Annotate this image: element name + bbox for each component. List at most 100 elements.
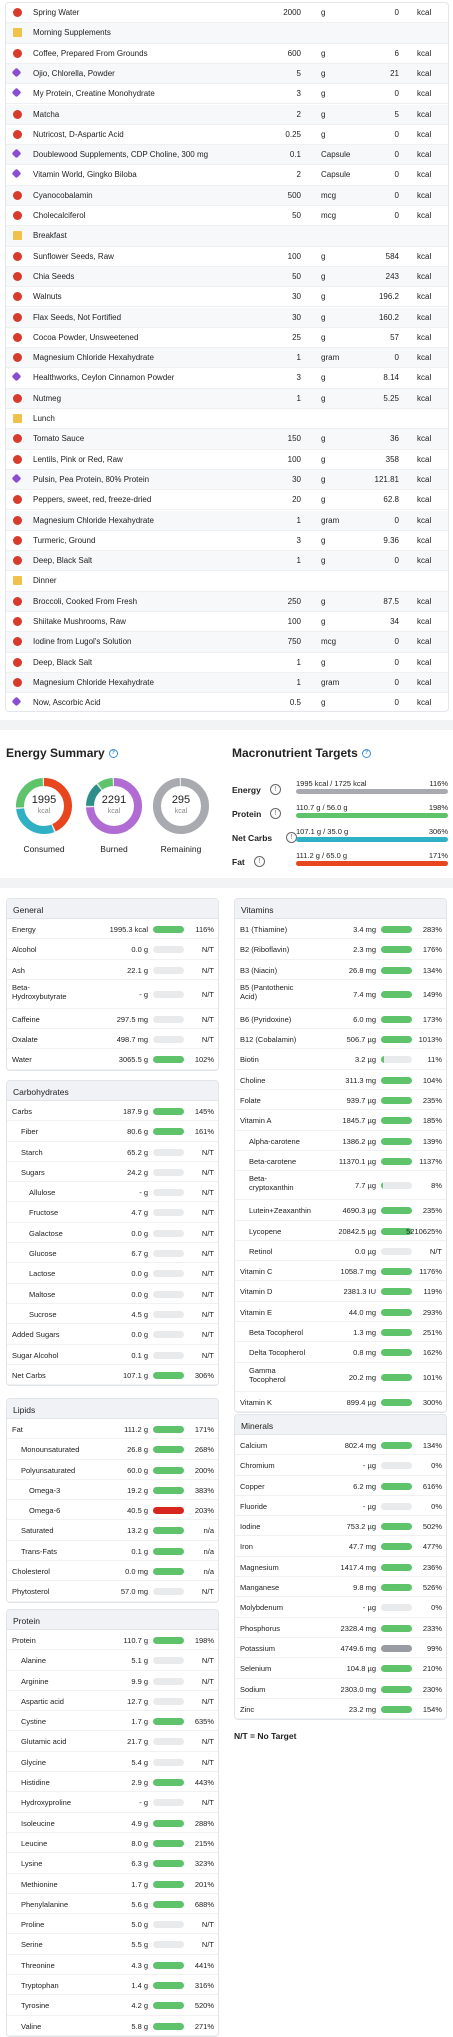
nutrient-row-tryptophan[interactable]: Tryptophan 1.4 g 316% xyxy=(7,1975,218,1996)
diary-row[interactable]: Pulsin, Pea Protein, 80% Protein 30 g 121.8… xyxy=(6,469,448,491)
nutrient-row-beta-hydroxybutyrate[interactable]: Beta-Hydroxybutyrate - g N/T xyxy=(7,980,218,1009)
nutrient-row-methionine[interactable]: Methionine 1.7 g 201% xyxy=(7,1874,218,1894)
nutrient-row-lysine[interactable]: Lysine 6.3 g 323% xyxy=(7,1853,218,1874)
nutrient-row-proline[interactable]: Proline 5.0 g N/T xyxy=(7,1914,218,1935)
nutrient-row-hydroxyproline[interactable]: Hydroxyproline - g N/T xyxy=(7,1792,218,1813)
nutrient-row-alpha-carotene[interactable]: Alpha-carotene 1386.2 µg 139% xyxy=(235,1131,446,1151)
nutrient-row-fat[interactable]: Fat 111.2 g 171% xyxy=(7,1419,218,1440)
nutrient-row-monounsaturated[interactable]: Monounsaturated 26.8 g 268% xyxy=(7,1439,218,1460)
diary-row[interactable]: Matcha 2 g 5 kcal xyxy=(6,104,448,125)
nutrient-row-vitamin-k[interactable]: Vitamin K 899.4 µg 300% xyxy=(235,1392,446,1412)
help-icon[interactable]: ? xyxy=(108,749,118,759)
nutrient-row-arginine[interactable]: Arginine 9.9 g N/T xyxy=(7,1671,218,1691)
nutrient-row-biotin[interactable]: Biotin 3.2 µg 11% xyxy=(235,1049,446,1070)
nutrient-row-saturated[interactable]: Saturated 13.2 g n/a xyxy=(7,1520,218,1541)
nutrient-row-water[interactable]: Water 3065.5 g 102% xyxy=(7,1049,218,1070)
nutrient-row-retinol[interactable]: Retinol 0.0 µg N/T xyxy=(235,1241,446,1262)
nutrient-row-b3-niacin-[interactable]: B3 (Niacin) 26.8 mg 134% xyxy=(235,960,446,980)
diary-row[interactable]: Lentils, Pink or Red, Raw 100 g 358 kcal xyxy=(6,450,448,470)
nutrient-row-phosphorus[interactable]: Phosphorus 2328.4 mg 233% xyxy=(235,1618,446,1638)
nutrient-row-omega-6[interactable]: Omega-6 40.5 g 203% xyxy=(7,1500,218,1521)
nutrient-row-alanine[interactable]: Alanine 5.1 g N/T xyxy=(7,1650,218,1671)
diary-row[interactable]: Shiitake Mushrooms, Raw 100 g 34 kcal xyxy=(6,612,448,633)
nutrient-row-added-sugars[interactable]: Added Sugars 0.0 g N/T xyxy=(7,1324,218,1345)
diary-row[interactable]: Now, Ascorbic Acid 0.5 g 0 kcal xyxy=(6,693,448,711)
nutrient-row-lutein-zeaxanthin[interactable]: Lutein+Zeaxanthin 4690.3 µg 235% xyxy=(235,1200,446,1221)
nutrient-row-maltose[interactable]: Maltose 0.0 g N/T xyxy=(7,1284,218,1304)
nutrient-row-beta-cryptoxanthin[interactable]: Beta-cryptoxanthin 7.7 µg 8% xyxy=(235,1171,446,1201)
nutrient-row-gamma-tocopherol[interactable]: Gamma Tocopherol 20.2 mg 101% xyxy=(235,1363,446,1392)
nutrient-row-carbs[interactable]: Carbs 187.9 g 145% xyxy=(7,1101,218,1122)
diary-row[interactable]: Spring Water 2000 g 0 kcal xyxy=(6,3,448,24)
nutrient-row-beta-carotene[interactable]: Beta-carotene 11370.1 µg 1137% xyxy=(235,1151,446,1172)
nutrient-row-histidine[interactable]: Histidine 2.9 g 443% xyxy=(7,1772,218,1793)
nutrient-row-b2-riboflavin-[interactable]: B2 (Riboflavin) 2.3 mg 176% xyxy=(235,939,446,960)
nutrient-row-aspartic-acid[interactable]: Aspartic acid 12.7 g N/T xyxy=(7,1691,218,1712)
help-icon[interactable]: ? xyxy=(361,749,371,759)
nutrient-row-lycopene[interactable]: Lycopene 20842.5 µg 5210625% xyxy=(235,1221,446,1241)
diary-row[interactable]: Vitamin World, Gingko Biloba 2 Capsule 0 kca… xyxy=(6,165,448,186)
nutrient-row-delta-tocopherol[interactable]: Delta Tocopherol 0.8 mg 162% xyxy=(235,1342,446,1363)
info-icon[interactable]: ! xyxy=(270,808,281,819)
nutrient-row-b1-thiamine-[interactable]: B1 (Thiamine) 3.4 mg 283% xyxy=(235,919,446,940)
diary-row[interactable]: My Protein, Creatine Monohydrate 3 g 0 kcal xyxy=(6,84,448,105)
nutrient-row-selenium[interactable]: Selenium 104.8 µg 210% xyxy=(235,1658,446,1679)
info-icon[interactable]: ! xyxy=(270,784,281,795)
nutrient-row-vitamin-e[interactable]: Vitamin E 44.0 mg 293% xyxy=(235,1302,446,1323)
diary-row[interactable]: Nutmeg 1 g 5.25 kcal xyxy=(6,388,448,409)
nutrient-row-vitamin-d[interactable]: Vitamin D 2381.3 IU 119% xyxy=(235,1281,446,1302)
nutrient-row-sugars[interactable]: Sugars 24.2 g N/T xyxy=(7,1162,218,1183)
nutrient-row-iron[interactable]: Iron 47.7 mg 477% xyxy=(235,1536,446,1557)
diary-row[interactable]: Deep, Black Salt 1 g 0 kcal xyxy=(6,653,448,673)
nutrient-row-fluoride[interactable]: Fluoride - µg 0% xyxy=(235,1496,446,1517)
nutrient-row-magnesium[interactable]: Magnesium 1417.4 mg 236% xyxy=(235,1557,446,1578)
nutrient-row-threonine[interactable]: Threonine 4.3 g 441% xyxy=(7,1955,218,1976)
meal-group-header[interactable]: Breakfast xyxy=(6,226,448,247)
nutrient-row-omega-3[interactable]: Omega-3 19.2 g 383% xyxy=(7,1480,218,1501)
nutrient-row-energy[interactable]: Energy 1995.3 kcal 116% xyxy=(7,919,218,940)
nutrient-row-phytosterol[interactable]: Phytosterol 57.0 mg N/T xyxy=(7,1581,218,1602)
nutrient-row-protein[interactable]: Protein 110.7 g 198% xyxy=(7,1630,218,1651)
nutrient-row-vitamin-a[interactable]: Vitamin A 1845.7 µg 185% xyxy=(235,1110,446,1131)
diary-row[interactable]: Ojio, Chlorella, Powder 5 g 21 kcal xyxy=(6,63,448,85)
diary-row[interactable]: Walnuts 30 g 196.2 kcal xyxy=(6,287,448,308)
nutrient-row-b5-pantothenic-acid-[interactable]: B5 (Pantothenic Acid) 7.4 mg 149% xyxy=(235,980,446,1009)
diary-row[interactable]: Peppers, sweet, red, freeze-dried 20 g 62.8… xyxy=(6,490,448,511)
nutrient-row-b12-cobalamin-[interactable]: B12 (Cobalamin) 506.7 µg 1013% xyxy=(235,1029,446,1050)
nutrient-row-b6-pyridoxine-[interactable]: B6 (Pyridoxine) 6.0 mg 173% xyxy=(235,1009,446,1030)
nutrient-row-allulose[interactable]: Allulose - g N/T xyxy=(7,1182,218,1203)
nutrient-row-caffeine[interactable]: Caffeine 297.5 mg N/T xyxy=(7,1009,218,1030)
nutrient-row-isoleucine[interactable]: Isoleucine 4.9 g 288% xyxy=(7,1813,218,1833)
nutrient-row-cholesterol[interactable]: Cholesterol 0.0 mg n/a xyxy=(7,1561,218,1582)
nutrient-row-copper[interactable]: Copper 6.2 mg 616% xyxy=(235,1476,446,1496)
nutrient-row-valine[interactable]: Valine 5.8 g 271% xyxy=(7,2016,218,2036)
nutrient-row-starch[interactable]: Starch 65.2 g N/T xyxy=(7,1142,218,1162)
nutrient-row-polyunsaturated[interactable]: Polyunsaturated 60.0 g 200% xyxy=(7,1460,218,1480)
nutrient-row-glutamic-acid[interactable]: Glutamic acid 21.7 g N/T xyxy=(7,1731,218,1752)
nutrient-row-galactose[interactable]: Galactose 0.0 g N/T xyxy=(7,1223,218,1244)
nutrient-row-lactose[interactable]: Lactose 0.0 g N/T xyxy=(7,1263,218,1284)
nutrient-row-iodine[interactable]: Iodine 753.2 µg 502% xyxy=(235,1516,446,1537)
nutrient-row-ash[interactable]: Ash 22.1 g N/T xyxy=(7,960,218,980)
nutrient-row-leucine[interactable]: Leucine 8.0 g 215% xyxy=(7,1833,218,1854)
nutrient-row-molybdenum[interactable]: Molybdenum - µg 0% xyxy=(235,1597,446,1618)
diary-row[interactable]: Magnesium Chloride Hexahydrate 1 gram 0 kcal xyxy=(6,348,448,369)
nutrient-row-fiber[interactable]: Fiber 80.6 g 161% xyxy=(7,1121,218,1142)
diary-row[interactable]: Magnesium Chloride Hexahydrate 1 gram 0 kcal xyxy=(6,672,448,694)
nutrient-row-glucose[interactable]: Glucose 6.7 g N/T xyxy=(7,1243,218,1264)
nutrient-row-sucrose[interactable]: Sucrose 4.5 g N/T xyxy=(7,1304,218,1325)
nutrient-row-serine[interactable]: Serine 5.5 g N/T xyxy=(7,1934,218,1955)
nutrient-row-folate[interactable]: Folate 939.7 µg 235% xyxy=(235,1090,446,1111)
nutrient-row-vitamin-c[interactable]: Vitamin C 1058.7 mg 1176% xyxy=(235,1261,446,1282)
nutrient-row-oxalate[interactable]: Oxalate 498.7 mg N/T xyxy=(7,1029,218,1050)
info-icon[interactable]: ! xyxy=(254,856,265,867)
meal-group-header[interactable]: Lunch xyxy=(6,409,448,430)
diary-row[interactable]: Cyanocobalamin 500 mcg 0 kcal xyxy=(6,185,448,206)
diary-row[interactable]: Chia Seeds 50 g 243 kcal xyxy=(6,266,448,288)
diary-row[interactable]: Turmeric, Ground 3 g 9.36 kcal xyxy=(6,531,448,552)
diary-row[interactable]: Deep, Black Salt 1 g 0 kcal xyxy=(6,551,448,572)
diary-row[interactable]: Broccoli, Cooked From Fresh 250 g 87.5 kcal xyxy=(6,591,448,612)
diary-row[interactable]: Cocoa Powder, Unsweetened 25 g 57 kcal xyxy=(6,328,448,349)
nutrient-row-beta-tocopherol[interactable]: Beta Tocopherol 1.3 mg 251% xyxy=(235,1322,446,1343)
nutrient-row-choline[interactable]: Choline 311.3 mg 104% xyxy=(235,1070,446,1091)
